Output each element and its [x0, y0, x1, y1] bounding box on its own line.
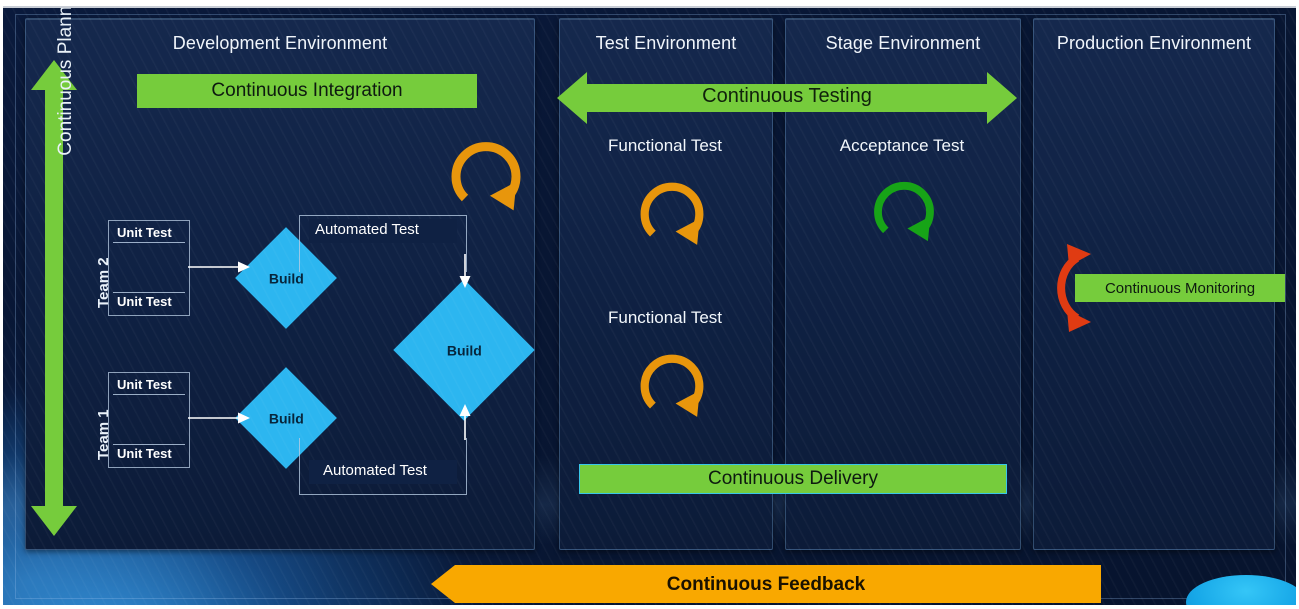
- integration-build-label: Build: [446, 342, 482, 358]
- continuous-planning-arrow[interactable]: [31, 60, 77, 536]
- team-1-build-label: Build: [268, 410, 304, 426]
- unit-test-divider: [113, 394, 185, 395]
- continuous-monitoring-label: Continuous Monitoring: [1104, 279, 1256, 297]
- team-1-unit-test-1[interactable]: Unit Test: [117, 377, 172, 392]
- unit-test-divider: [113, 242, 185, 243]
- team-2-build-label: Build: [268, 270, 304, 286]
- unit-test-divider: [113, 444, 185, 445]
- automated-test-label-top: Automated Test: [315, 221, 419, 238]
- continuous-integration-bar[interactable]: Continuous Integration: [137, 74, 477, 108]
- team-2-unit-test-1[interactable]: Unit Test: [117, 225, 172, 240]
- test-loop-2-wrap: [631, 338, 713, 424]
- team-1-unit-test-2[interactable]: Unit Test: [117, 446, 172, 461]
- team-2-unit-test-2[interactable]: Unit Test: [117, 294, 172, 309]
- continuous-delivery-label: Continuous Delivery: [707, 468, 879, 489]
- stage-loop-wrap: [865, 166, 943, 248]
- panel-title-development: Development Environment: [172, 33, 388, 53]
- panel-title-production: Production Environment: [1056, 33, 1252, 53]
- functional-test-label-2: Functional Test: [607, 308, 723, 327]
- functional-test-label-1: Functional Test: [607, 136, 723, 155]
- diagram-canvas: Development Environment Test Environment…: [0, 0, 1299, 609]
- test-loop-1-wrap: [631, 166, 713, 252]
- panel-title-test: Test Environment: [595, 33, 737, 53]
- continuous-feedback-label: Continuous Feedback: [666, 574, 866, 595]
- automated-test-bottom-up-arrow: [458, 400, 474, 440]
- unit-test-divider: [113, 292, 185, 293]
- continuous-integration-label: Continuous Integration: [211, 80, 403, 101]
- dev-loop-icon-wrap: [441, 126, 531, 216]
- circular-arrow-icon: [640, 182, 704, 245]
- slide-background: Development Environment Test Environment…: [3, 6, 1296, 605]
- continuous-testing-label: Continuous Testing: [702, 85, 872, 107]
- continuous-monitoring-bar[interactable]: Continuous Monitoring: [1075, 274, 1285, 302]
- team-2-unit-test-group: Unit Test Unit Test: [108, 220, 190, 316]
- team-2-to-build-arrow: [188, 259, 250, 275]
- circular-arrow-icon: [451, 142, 521, 211]
- automated-test-label-bottom: Automated Test: [323, 462, 427, 479]
- panel-title-stage: Stage Environment: [825, 33, 981, 53]
- automated-test-top-down-arrow: [458, 254, 474, 288]
- team-1-unit-test-group: Unit Test Unit Test: [108, 372, 190, 468]
- circular-arrow-icon: [874, 182, 934, 242]
- continuous-delivery-bar[interactable]: Continuous Delivery: [579, 464, 1007, 494]
- decorative-corner-blob: [1186, 575, 1296, 605]
- team-1-to-build-arrow: [188, 410, 250, 426]
- acceptance-test-label: Acceptance Test: [839, 136, 965, 155]
- circular-arrow-icon: [640, 354, 704, 417]
